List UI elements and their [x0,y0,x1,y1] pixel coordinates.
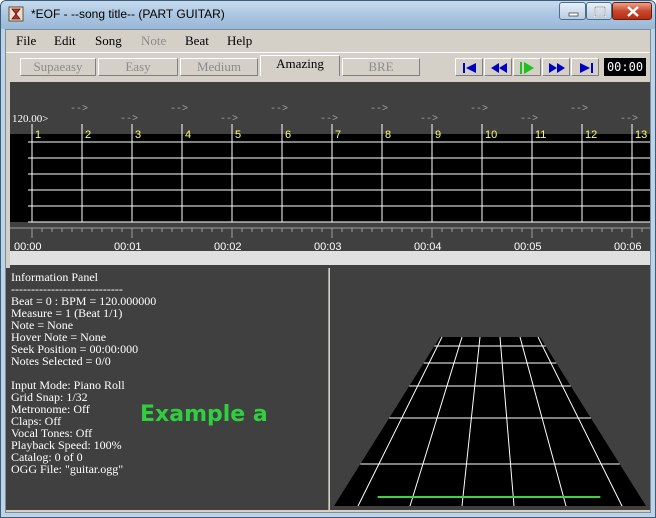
measure-number: 1 [35,129,41,141]
measure-number: 6 [285,129,291,141]
menu-note[interactable]: Note [141,33,166,49]
measure-number: 2 [85,129,91,141]
play-icon [520,62,534,74]
maximize-icon [594,6,606,17]
window-title: *EOF - --song title-- (PART GUITAR) [31,7,225,21]
tempo-arrow: --> [220,114,238,125]
fretboard-grid[interactable]: 120.00> --> --> --> --> --> --> --> --> --> --> -->… [10,82,650,268]
menu-bar: File Edit Song Note Beat Help [6,30,650,52]
tab-medium[interactable]: Medium [180,58,258,76]
tab-amazing[interactable]: Amazing [260,55,340,76]
highway-surface [334,337,646,506]
minimize-icon [568,12,579,17]
menu-beat[interactable]: Beat [185,33,209,49]
fast-forward-icon [549,63,565,73]
rewind-icon [491,63,507,73]
note-editor[interactable]: 120.00> --> --> --> --> --> --> --> --> --> --> -->… [10,82,650,268]
measure-number: 7 [335,129,341,141]
title-bar[interactable]: *EOF - --song title-- (PART GUITAR) [1,1,655,29]
seek-start-icon [463,63,476,73]
menu-help[interactable]: Help [227,33,252,49]
editor-scrollbar[interactable] [10,251,650,265]
tempo-arrow: --> [270,104,288,115]
tempo-arrow: --> [620,114,638,125]
menu-song[interactable]: Song [95,33,122,49]
tempo-arrow: --> [470,104,488,115]
highway-preview [334,336,646,507]
tempo-arrow: --> [70,104,88,115]
tempo-arrow: --> [420,114,438,125]
measure-number: 9 [435,129,441,141]
measure-number: 3 [135,129,141,141]
tempo-arrow: --> [520,114,538,125]
measure-number: 4 [185,129,191,141]
close-button[interactable] [612,2,652,20]
menu-file[interactable]: File [16,33,36,49]
tab-bre[interactable]: BRE [342,58,420,76]
rewind-button[interactable] [484,58,512,76]
measure-number: 12 [585,129,597,141]
example-label: Example a [140,402,268,427]
hourglass-app-icon [8,6,24,22]
tempo-arrow: --> [120,114,138,125]
maximize-button[interactable] [586,2,612,20]
tempo-arrow: --> [570,104,588,115]
measure-number: 11 [535,129,546,141]
play-button[interactable] [513,58,541,76]
measure-number: 13 [635,129,647,141]
seek-end-button[interactable] [571,58,599,76]
client-area: File Edit Song Note Beat Help Supaeasy E… [5,29,651,513]
playback-time: 00:00 [604,58,646,76]
tab-supaeasy[interactable]: Supaeasy [20,58,96,76]
info-line: OGG File: "guitar.ogg" [11,462,124,476]
3d-preview [330,268,650,510]
minimize-button[interactable] [559,2,586,20]
close-icon [627,6,639,17]
tempo-arrow: --> [170,104,188,115]
menu-edit[interactable]: Edit [54,33,76,49]
tempo-arrow: --> [370,104,388,115]
note-lane-background[interactable] [10,134,650,222]
information-panel: Information Panel -----------------------… [6,268,329,510]
tempo-arrow: --> [320,114,338,125]
tab-easy[interactable]: Easy [98,58,178,76]
seek-end-icon [580,63,593,73]
measure-number: 8 [385,129,391,141]
difficulty-tabs: Supaeasy Easy Medium Amazing BRE 00:00 [6,53,650,79]
info-line: Notes Selected = 0/0 [11,354,111,368]
fast-forward-button[interactable] [542,58,570,76]
bpm-marker: 120.00> [12,113,48,125]
measure-number: 5 [235,129,241,141]
measure-number: 10 [485,129,497,141]
app-window: *EOF - --song title-- (PART GUITAR) File… [0,0,656,518]
seek-start-button[interactable] [455,58,483,76]
